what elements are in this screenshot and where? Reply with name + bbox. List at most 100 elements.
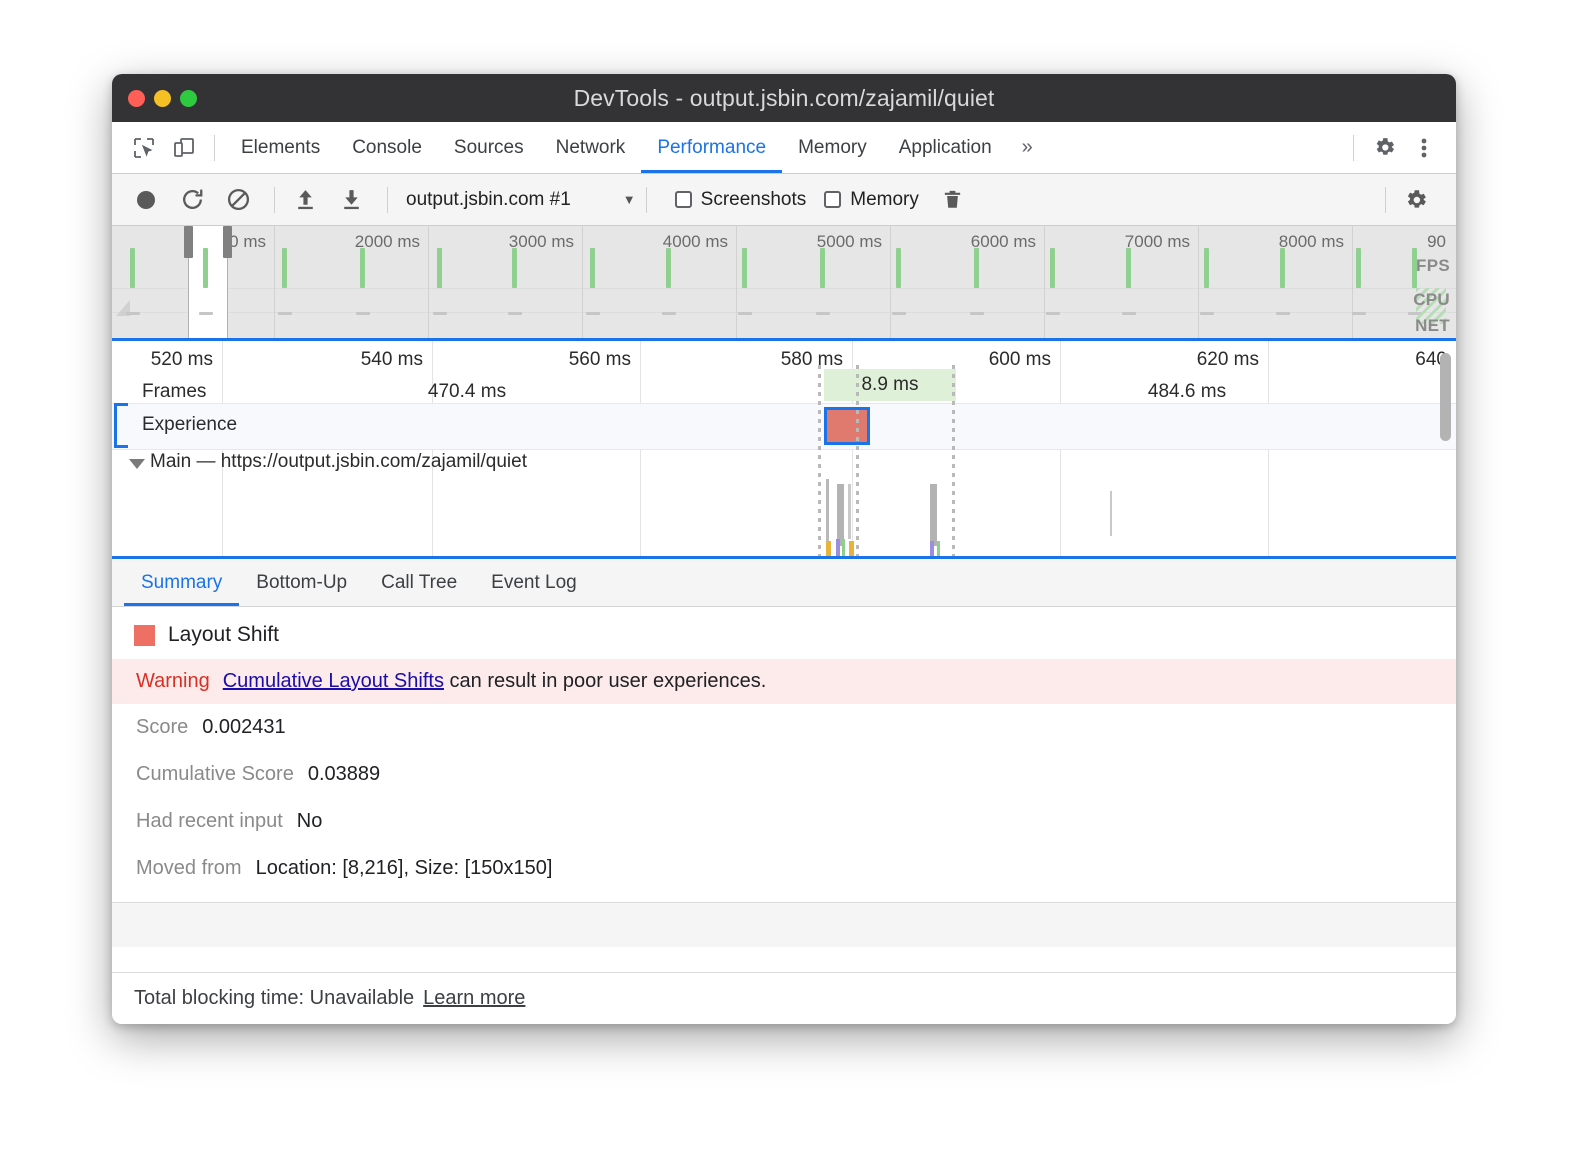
overview-selection-handle-right[interactable] — [223, 226, 232, 258]
flame-chart-scrollbar[interactable] — [1440, 353, 1451, 441]
more-vertical-icon[interactable] — [1404, 128, 1444, 168]
flame-dotted-separator-2 — [856, 365, 859, 556]
zoom-window-button[interactable] — [180, 90, 197, 107]
flame-dotted-separator-3 — [952, 365, 955, 556]
flame-event-bar[interactable] — [836, 539, 840, 559]
memory-checkbox-box — [824, 191, 841, 208]
minimize-window-button[interactable] — [154, 90, 171, 107]
overview-cpu-blip — [126, 312, 140, 315]
summary-row-score: Score 0.002431 — [112, 704, 1456, 751]
inspect-element-icon[interactable] — [124, 128, 164, 168]
flame-experience-selection-bracket — [114, 403, 128, 448]
summary-key-score: Score — [136, 716, 188, 739]
flame-frame-duration-2: 8.9 ms — [861, 374, 918, 396]
summary-title: Layout Shift — [168, 623, 279, 647]
no-entry-icon[interactable] — [218, 180, 258, 220]
overview-fps-bar — [512, 248, 517, 288]
flame-event-bar[interactable] — [1110, 491, 1112, 536]
gear-icon[interactable] — [1364, 128, 1404, 168]
screenshots-checkbox[interactable]: Screenshots — [675, 189, 807, 211]
flame-row-label-experience: Experience — [142, 414, 237, 436]
upload-arrow-icon[interactable] — [285, 180, 325, 220]
overview-fps-bar — [896, 248, 901, 288]
overview-cpu-blip — [662, 312, 676, 315]
overview-tick-3000: 3000 ms — [509, 232, 582, 252]
warning-rest-text: can result in poor user experiences. — [444, 670, 766, 692]
screenshots-checkbox-label: Screenshots — [701, 189, 807, 211]
flame-tick-580: 580 ms — [781, 349, 852, 371]
flame-frame-box-2[interactable]: 8.9 ms — [824, 369, 956, 401]
overview-fps-bar — [1050, 248, 1055, 288]
capture-settings-gear-icon[interactable] — [1396, 180, 1436, 220]
flame-event-bar[interactable] — [837, 484, 844, 546]
summary-row-moved-from: Moved from Location: [8,216], Size: [150… — [112, 845, 1456, 892]
download-arrow-icon[interactable] — [331, 180, 371, 220]
tab-call-tree[interactable]: Call Tree — [364, 559, 474, 606]
overview-fps-bar — [590, 248, 595, 288]
screenshot-root: DevTools - output.jsbin.com/zajamil/quie… — [0, 0, 1570, 1172]
overview-fps-bar — [1280, 248, 1285, 288]
cumulative-layout-shifts-link[interactable]: Cumulative Layout Shifts — [223, 670, 444, 692]
overview-tick-7000: 7000 ms — [1125, 232, 1198, 252]
flame-event-bar[interactable] — [937, 541, 940, 559]
warning-label: Warning — [136, 670, 210, 692]
perf-toolbar-divider-3 — [646, 187, 647, 213]
overview-tick-2000: 2000 ms — [355, 232, 428, 252]
tab-memory[interactable]: Memory — [782, 123, 883, 173]
timeline-overview[interactable]: 1000 ms 2000 ms 3000 ms 4000 ms 5000 ms … — [112, 226, 1456, 341]
overview-cpu-blip — [892, 312, 906, 315]
overview-fps-bar — [820, 248, 825, 288]
overview-selection-handle-left[interactable] — [184, 226, 193, 258]
tab-sources[interactable]: Sources — [438, 123, 540, 173]
flame-event-bar[interactable] — [930, 484, 937, 546]
flame-event-bar[interactable] — [849, 541, 854, 559]
memory-checkbox[interactable]: Memory — [824, 189, 919, 211]
warning-banner: Warning Cumulative Layout Shifts can resu… — [112, 659, 1456, 704]
perf-toolbar-divider-2 — [387, 187, 388, 213]
device-toolbar-icon[interactable] — [164, 128, 204, 168]
overview-lane-cpu: CPU — [1413, 290, 1450, 310]
tab-application[interactable]: Application — [883, 123, 1008, 173]
tab-summary[interactable]: Summary — [124, 559, 239, 606]
window-titlebar: DevTools - output.jsbin.com/zajamil/quie… — [112, 74, 1456, 122]
flame-layout-shift-marker[interactable] — [824, 407, 870, 445]
flame-event-bar[interactable] — [848, 484, 851, 539]
devtools-tab-bar-right — [1343, 128, 1444, 168]
close-window-button[interactable] — [128, 90, 145, 107]
profile-select[interactable]: output.jsbin.com #1 ▼ — [406, 189, 636, 211]
record-circle-icon[interactable] — [126, 180, 166, 220]
flame-chart[interactable]: 520 ms 540 ms 560 ms 580 ms 600 ms 620 m… — [112, 341, 1456, 559]
flame-experience-row[interactable] — [112, 403, 1456, 450]
tab-bottom-up[interactable]: Bottom-Up — [239, 559, 364, 606]
flame-event-bar[interactable] — [930, 541, 934, 559]
window-controls[interactable] — [128, 74, 197, 122]
reload-icon[interactable] — [172, 180, 212, 220]
learn-more-link[interactable]: Learn more — [423, 987, 525, 1010]
perf-toolbar-divider-1 — [274, 187, 275, 213]
more-tabs-icon[interactable]: » — [1008, 136, 1047, 159]
overview-fps-bar-selected — [203, 248, 208, 288]
overview-cpu-blip — [1200, 312, 1214, 315]
overview-fps-bar — [742, 248, 747, 288]
overview-selection-window[interactable] — [188, 226, 228, 338]
trash-icon[interactable] — [933, 180, 973, 220]
overview-cpu-blip — [1276, 312, 1290, 315]
overview-cpu-blip — [278, 312, 292, 315]
perf-toolbar-right — [1375, 180, 1442, 220]
performance-toolbar: output.jsbin.com #1 ▼ Screenshots Memory — [112, 174, 1456, 226]
tab-performance[interactable]: Performance — [641, 123, 782, 173]
overview-cpu-blip-selected — [199, 312, 213, 315]
flame-main-expand-caret[interactable] — [129, 459, 145, 469]
summary-value-had-recent-input: No — [297, 810, 323, 833]
summary-row-had-recent-input: Had recent input No — [112, 798, 1456, 845]
tab-elements[interactable]: Elements — [225, 123, 336, 173]
tab-network[interactable]: Network — [540, 123, 642, 173]
tab-console[interactable]: Console — [336, 123, 438, 173]
flame-tick-540: 540 ms — [361, 349, 432, 371]
flame-event-bar[interactable] — [826, 541, 831, 559]
tab-event-log[interactable]: Event Log — [474, 559, 594, 606]
overview-tick-5000: 5000 ms — [817, 232, 890, 252]
flame-event-bar[interactable] — [842, 539, 845, 559]
flame-frame-duration-3: 484.6 ms — [1148, 381, 1226, 403]
flame-row-label-main: Main — https://output.jsbin.com/zajamil/… — [150, 451, 527, 473]
